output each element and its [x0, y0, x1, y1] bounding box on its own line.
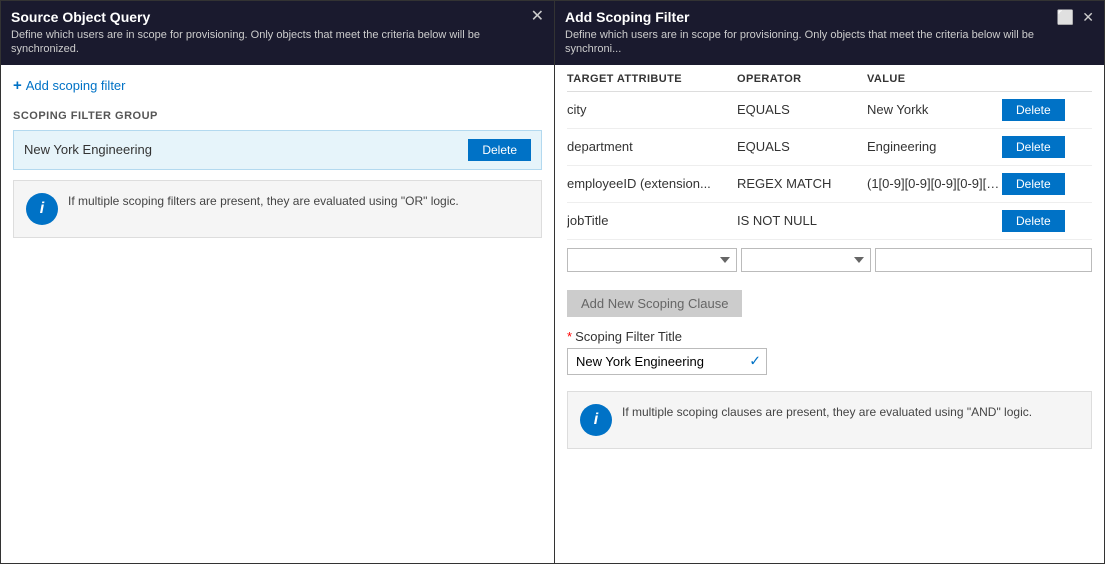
scoping-filter-title-section: *Scoping Filter Title ✓ [567, 329, 1092, 375]
new-clause-row [567, 248, 1092, 272]
scoping-filter-title-label: *Scoping Filter Title [567, 329, 1092, 344]
checkmark-icon: ✓ [749, 353, 761, 370]
right-panel-body: TARGET ATTRIBUTE OPERATOR VALUE city EQU… [555, 65, 1104, 563]
right-panel-header: Add Scoping Filter Define which users ar… [555, 1, 1104, 65]
delete-button-2[interactable]: Delete [1002, 173, 1065, 195]
right-panel-maximize-icon[interactable]: ⬜ [1057, 9, 1074, 26]
col-actions [1002, 73, 1092, 85]
right-panel-close-icon[interactable]: ✕ [1082, 9, 1094, 26]
table-row: employeeID (extension... REGEX MATCH (1[… [567, 166, 1092, 203]
cell-value-2: (1[0-9][0-9][0-9][0-9][0-9][0-9]... [867, 176, 1002, 191]
left-panel-header: Source Object Query Define which users a… [1, 1, 554, 65]
cell-value-0: New Yorkk [867, 102, 1002, 117]
cell-action-3: Delete [1002, 210, 1092, 232]
col-value: VALUE [867, 73, 1002, 85]
target-attribute-select[interactable] [567, 248, 737, 272]
cell-action-1: Delete [1002, 136, 1092, 158]
left-panel: Source Object Query Define which users a… [0, 0, 555, 564]
cell-target-3: jobTitle [567, 213, 737, 228]
cell-operator-3: IS NOT NULL [737, 213, 867, 228]
right-panel-title: Add Scoping Filter [565, 9, 1051, 25]
cell-target-1: department [567, 139, 737, 154]
delete-button-0[interactable]: Delete [1002, 99, 1065, 121]
table-row: department EQUALS Engineering Delete [567, 129, 1092, 166]
col-target-attribute: TARGET ATTRIBUTE [567, 73, 737, 85]
cell-target-2: employeeID (extension... [567, 176, 737, 191]
left-info-box: i If multiple scoping filters are presen… [13, 180, 542, 238]
cell-target-0: city [567, 102, 737, 117]
cell-value-1: Engineering [867, 139, 1002, 154]
scoping-filter-title-input[interactable] [567, 348, 767, 375]
table-row: jobTitle IS NOT NULL Delete [567, 203, 1092, 240]
right-panel-subtitle: Define which users are in scope for prov… [565, 28, 1051, 57]
filter-group-name: New York Engineering [24, 142, 152, 157]
left-panel-title: Source Object Query [11, 9, 523, 25]
filter-group-delete-button[interactable]: Delete [468, 139, 531, 161]
filter-group-item: New York Engineering Delete [13, 130, 542, 170]
right-info-box: i If multiple scoping clauses are presen… [567, 391, 1092, 449]
cell-operator-0: EQUALS [737, 102, 867, 117]
cell-action-2: Delete [1002, 173, 1092, 195]
col-operator: OPERATOR [737, 73, 867, 85]
plus-icon: + [13, 77, 22, 94]
add-new-scoping-clause-button[interactable]: Add New Scoping Clause [567, 290, 742, 317]
delete-button-3[interactable]: Delete [1002, 210, 1065, 232]
add-filter-label: Add scoping filter [26, 78, 126, 93]
right-info-icon: i [580, 404, 612, 436]
right-panel: Add Scoping Filter Define which users ar… [555, 0, 1105, 564]
cell-operator-2: REGEX MATCH [737, 176, 867, 191]
right-info-text: If multiple scoping clauses are present,… [622, 404, 1032, 421]
required-star: * [567, 329, 572, 344]
left-info-icon: i [26, 193, 58, 225]
delete-button-1[interactable]: Delete [1002, 136, 1065, 158]
left-panel-subtitle: Define which users are in scope for prov… [11, 28, 523, 57]
main-container: Source Object Query Define which users a… [0, 0, 1105, 564]
section-label: Scoping Filter Group [13, 110, 542, 122]
table-row: city EQUALS New Yorkk Delete [567, 92, 1092, 129]
left-info-text: If multiple scoping filters are present,… [68, 193, 459, 210]
add-scoping-filter-link[interactable]: + Add scoping filter [13, 77, 542, 94]
operator-select[interactable] [741, 248, 871, 272]
left-panel-body: + Add scoping filter Scoping Filter Grou… [1, 65, 554, 563]
value-input[interactable] [875, 248, 1092, 272]
cell-action-0: Delete [1002, 99, 1092, 121]
left-panel-close-icon[interactable]: ✕ [523, 9, 544, 25]
table-header: TARGET ATTRIBUTE OPERATOR VALUE [567, 65, 1092, 92]
title-input-wrap: ✓ [567, 348, 767, 375]
cell-operator-1: EQUALS [737, 139, 867, 154]
